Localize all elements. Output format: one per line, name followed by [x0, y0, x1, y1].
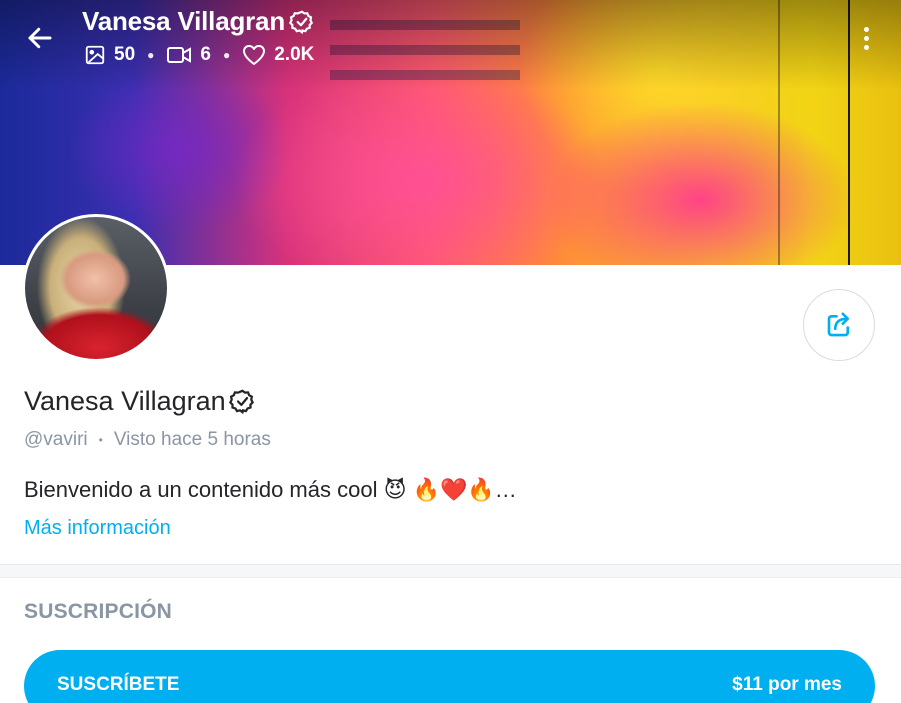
- avatar[interactable]: [22, 214, 170, 362]
- more-vertical-icon: [863, 44, 869, 50]
- likes-stat: 2.0K: [242, 44, 314, 66]
- share-button[interactable]: [803, 289, 875, 361]
- subscription-title: SUSCRIPCIÓN: [24, 600, 173, 623]
- verified-badge-icon: [228, 389, 254, 415]
- more-vertical-icon: [863, 26, 869, 32]
- subscribe-price: $11 por mes: [732, 674, 842, 695]
- header-stats: 50 ● 6 ● 2.0K: [84, 44, 314, 66]
- arrow-left-icon: [28, 27, 52, 49]
- profile-bio: Bienvenido a un contenido más cool 😈 🔥❤️…: [24, 477, 517, 502]
- header-name-text: Vanesa Villagran: [82, 6, 285, 36]
- profile-meta: @vaviri • Visto hace 5 horas: [24, 429, 271, 451]
- video-icon: [167, 47, 192, 63]
- profile-name: Vanesa Villagran: [24, 386, 256, 417]
- back-button[interactable]: [22, 20, 58, 56]
- photos-stat: 50: [84, 44, 135, 66]
- share-icon: [827, 312, 850, 337]
- likes-count: 2.0K: [274, 44, 315, 65]
- stats-separator: ●: [222, 48, 231, 62]
- profile-name-text: Vanesa Villagran: [24, 386, 226, 416]
- section-divider: [0, 564, 901, 578]
- more-vertical-icon: [863, 35, 869, 41]
- more-options-button[interactable]: [856, 22, 876, 54]
- more-info-link[interactable]: Más información: [24, 517, 171, 540]
- last-seen: Visto hace 5 horas: [113, 429, 271, 450]
- subscribe-button-label: SUSCRÍBETE: [57, 674, 180, 695]
- photos-count: 50: [114, 44, 136, 65]
- heart-icon: [243, 45, 266, 65]
- videos-count: 6: [200, 44, 211, 65]
- header-title: Vanesa Villagran: [82, 6, 315, 37]
- image-icon: [85, 45, 105, 65]
- subscribe-button[interactable]: SUSCRÍBETE $11 por mes: [24, 650, 875, 703]
- stats-separator: ●: [147, 48, 155, 62]
- videos-stat: 6: [166, 44, 211, 66]
- verified-badge-icon: [289, 9, 314, 34]
- meta-separator: •: [98, 433, 103, 447]
- profile-handle: @vaviri: [24, 429, 88, 450]
